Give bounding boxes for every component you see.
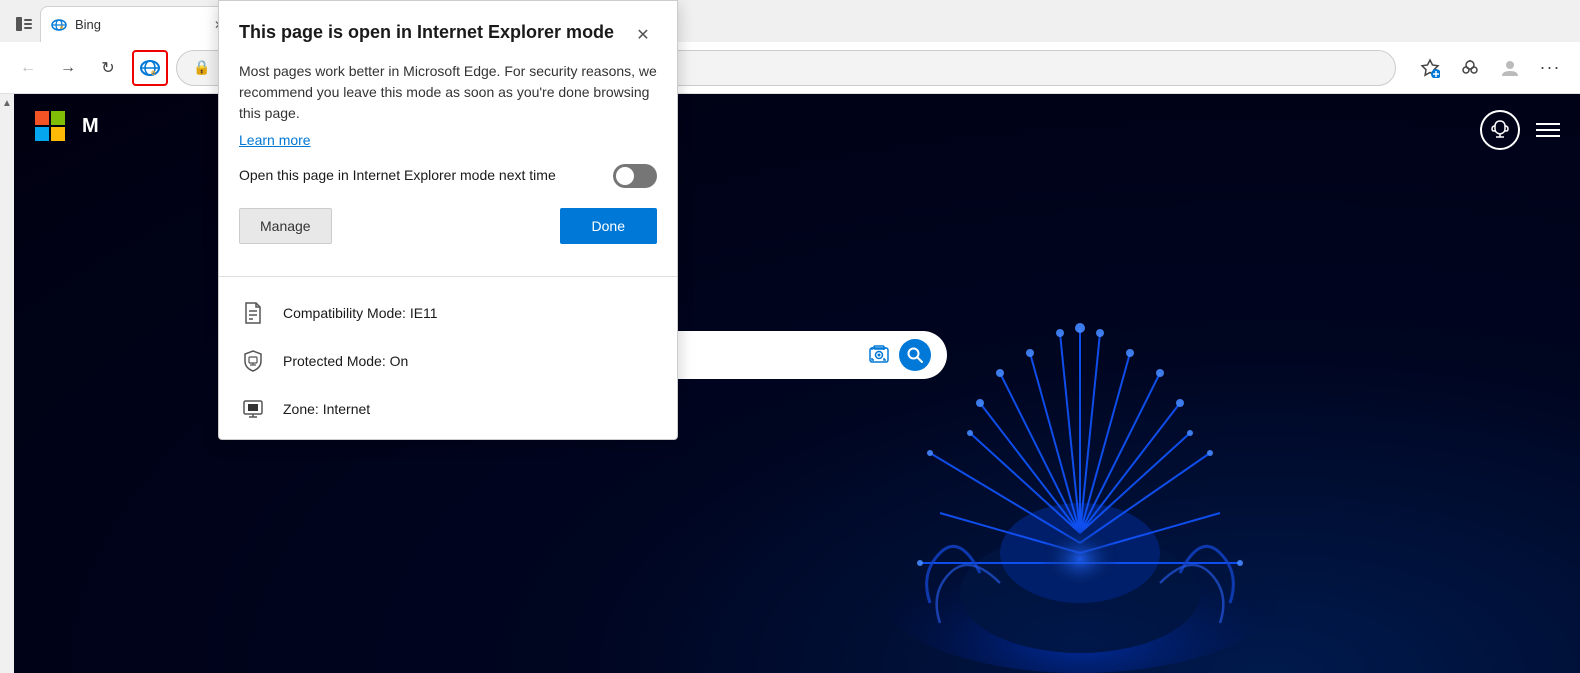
toggle-knob bbox=[616, 167, 634, 185]
popup-description: Most pages work better in Microsoft Edge… bbox=[239, 61, 657, 124]
back-button[interactable]: ← bbox=[12, 52, 44, 84]
zone-text: Zone: Internet bbox=[283, 401, 370, 417]
zone-icon bbox=[239, 395, 267, 423]
biolum-image bbox=[780, 173, 1380, 673]
tab-title: Bing bbox=[75, 17, 201, 32]
svg-text:e: e bbox=[151, 68, 156, 77]
menu-line-3 bbox=[1536, 135, 1560, 137]
document-icon bbox=[239, 299, 267, 327]
sidebar-toggle[interactable] bbox=[8, 6, 40, 42]
compatibility-mode-text: Compatibility Mode: IE11 bbox=[283, 305, 438, 321]
favorites-button[interactable] bbox=[1412, 50, 1448, 86]
popup-close-button[interactable]: ✕ bbox=[629, 21, 657, 49]
popup-buttons: Manage Done bbox=[239, 208, 657, 244]
protected-mode-row: Protected Mode: On bbox=[219, 337, 677, 385]
ie-mode-icon-button[interactable]: e bbox=[132, 50, 168, 86]
zone-row: Zone: Internet bbox=[219, 385, 677, 439]
ie-mode-toggle[interactable] bbox=[613, 164, 657, 188]
menu-line-2 bbox=[1536, 129, 1560, 131]
popup-title: This page is open in Internet Explorer m… bbox=[239, 21, 629, 44]
search-icons bbox=[867, 339, 931, 371]
popup-body: Most pages work better in Microsoft Edge… bbox=[219, 61, 677, 276]
visual-search-icon[interactable] bbox=[867, 343, 891, 367]
profile-button[interactable] bbox=[1492, 50, 1528, 86]
protected-mode-text: Protected Mode: On bbox=[283, 353, 408, 369]
popup-toggle-row: Open this page in Internet Explorer mode… bbox=[239, 164, 657, 188]
active-tab[interactable]: e Bing ✕ bbox=[40, 6, 240, 42]
bing-logo-text: M bbox=[82, 115, 98, 138]
search-button[interactable] bbox=[899, 339, 931, 371]
compatibility-mode-row: Compatibility Mode: IE11 bbox=[219, 289, 677, 337]
learn-more-link[interactable]: Learn more bbox=[239, 132, 311, 148]
svg-text:e: e bbox=[60, 25, 64, 31]
popup-divider bbox=[219, 276, 677, 277]
bing-trophy-button[interactable] bbox=[1480, 110, 1520, 150]
ie-mode-popup: This page is open in Internet Explorer m… bbox=[218, 0, 678, 440]
refresh-button[interactable]: ↻ bbox=[92, 52, 124, 84]
left-edge: ▲ bbox=[0, 94, 14, 673]
microsoft-logo bbox=[34, 110, 66, 142]
tab-favicon: e bbox=[51, 17, 67, 33]
manage-button[interactable]: Manage bbox=[239, 208, 332, 244]
popup-header: This page is open in Internet Explorer m… bbox=[219, 1, 677, 61]
bing-menu-button[interactable] bbox=[1536, 123, 1560, 137]
scroll-arrow-up: ▲ bbox=[2, 98, 12, 109]
collections-button[interactable] bbox=[1452, 50, 1488, 86]
done-button[interactable]: Done bbox=[560, 208, 657, 244]
settings-more-button[interactable]: ··· bbox=[1532, 50, 1568, 86]
forward-button[interactable]: → bbox=[52, 52, 84, 84]
menu-line-1 bbox=[1536, 123, 1560, 125]
popup-toggle-label: Open this page in Internet Explorer mode… bbox=[239, 166, 556, 186]
shield-icon bbox=[239, 347, 267, 375]
bing-nav-right bbox=[1480, 110, 1560, 150]
lock-icon: 🔒 bbox=[193, 59, 210, 76]
toolbar-right: ··· bbox=[1412, 50, 1568, 86]
